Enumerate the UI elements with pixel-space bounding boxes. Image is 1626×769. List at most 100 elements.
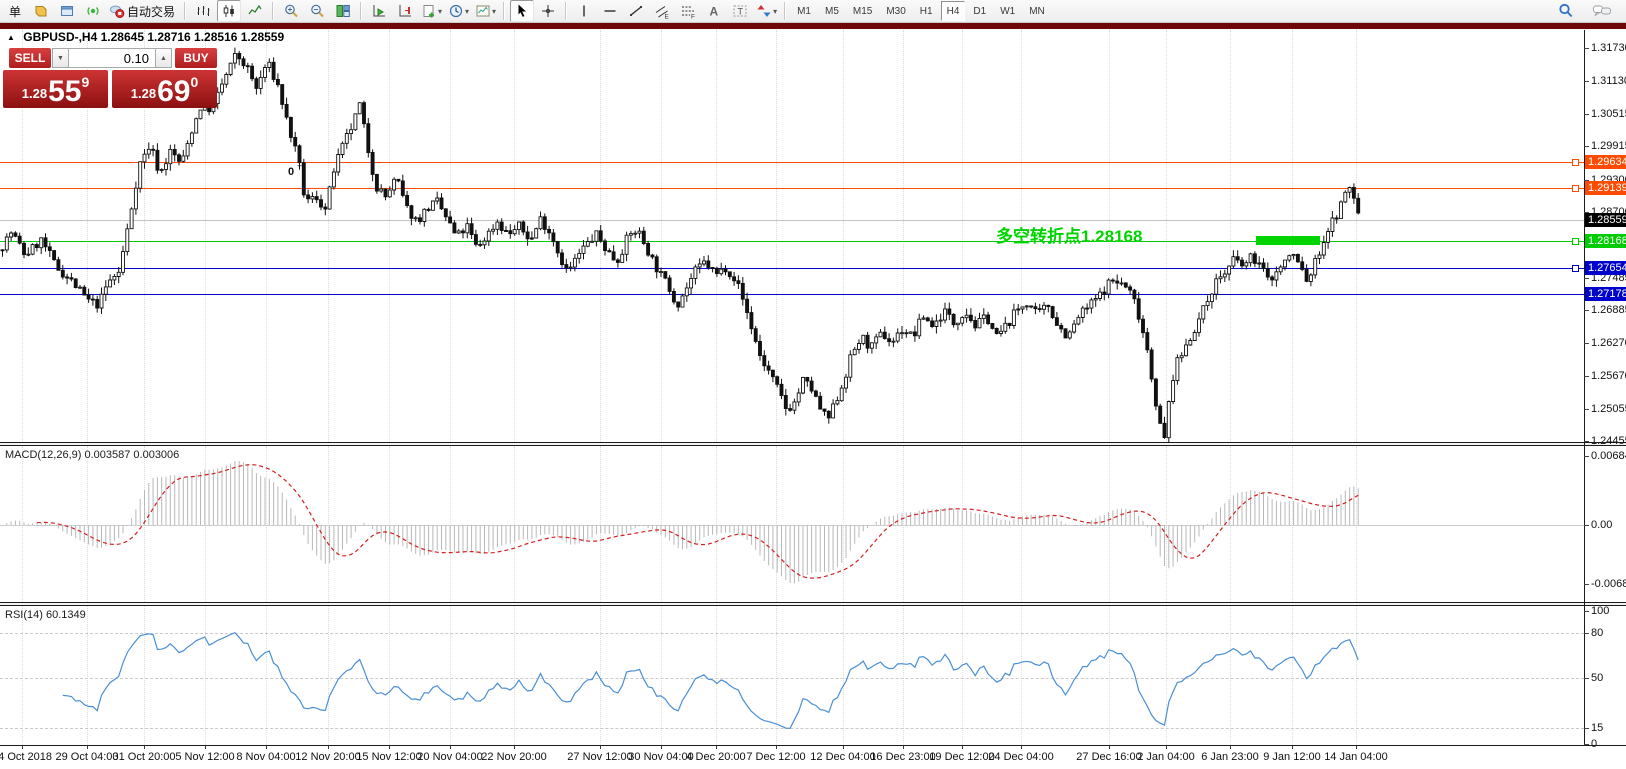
svg-text:T: T bbox=[738, 7, 744, 17]
timeframe-d1-button[interactable]: D1 bbox=[967, 1, 992, 21]
time-tick bbox=[450, 745, 451, 749]
timeframe-m30-button[interactable]: M30 bbox=[880, 1, 911, 21]
toolbar-separator bbox=[784, 2, 786, 20]
pane-separator[interactable] bbox=[0, 442, 1626, 446]
market-watch-button[interactable] bbox=[29, 0, 53, 22]
add-indicator-button[interactable]: ▾ bbox=[419, 0, 444, 22]
candlestick-chart-icon bbox=[221, 3, 237, 19]
collapse-panel-icon[interactable]: ▲ bbox=[7, 33, 15, 42]
macd-indicator-label: MACD(12,26,9) 0.003587 0.003006 bbox=[5, 449, 179, 461]
crosshair-icon bbox=[540, 3, 556, 19]
indicator-tick-label: 50 bbox=[1591, 672, 1603, 684]
equidistant-channel-button[interactable]: E bbox=[650, 0, 674, 22]
tile-windows-icon bbox=[335, 3, 351, 19]
buy-price-big: 69 bbox=[157, 80, 190, 105]
vertical-line-button[interactable] bbox=[572, 0, 596, 22]
auto-scroll-icon bbox=[371, 3, 387, 19]
price-tick-label: 1.31730 bbox=[1591, 42, 1626, 54]
time-tick-label: 27 Dec 16:00 bbox=[1076, 751, 1141, 763]
timeframe-mn-button[interactable]: MN bbox=[1023, 1, 1051, 21]
indicator-tick-label: 0.006844 bbox=[1591, 450, 1626, 462]
price-tick-label: 1.26885 bbox=[1591, 304, 1626, 316]
sell-button[interactable]: SELL bbox=[9, 48, 51, 68]
buy-price-sup: 0 bbox=[190, 74, 198, 90]
price-tick-label: 1.26270 bbox=[1591, 337, 1626, 349]
ohlc-values: 1.28645 1.28716 1.28516 1.28559 bbox=[101, 30, 285, 44]
horizontal-line-button[interactable] bbox=[598, 0, 622, 22]
chart-window-strip bbox=[0, 23, 1626, 29]
symbol-period-label: GBPUSD-,H4 bbox=[23, 30, 97, 44]
periods-icon bbox=[448, 3, 464, 19]
zoom-in-button[interactable] bbox=[279, 0, 303, 22]
timeframe-m1-button[interactable]: M1 bbox=[791, 1, 817, 21]
line-chart-icon bbox=[247, 3, 263, 19]
crosshair-button[interactable] bbox=[536, 0, 560, 22]
time-tick bbox=[962, 745, 963, 749]
new-order-button[interactable]: 单 bbox=[3, 0, 27, 22]
price-tick-label: 1.29915 bbox=[1591, 140, 1626, 152]
text-label-icon: T bbox=[732, 3, 748, 19]
add-indicator-dropdown-icon[interactable]: ▾ bbox=[438, 7, 442, 16]
candlestick-plot[interactable] bbox=[0, 11, 1584, 442]
trend-line-icon bbox=[628, 3, 644, 19]
text-icon: A bbox=[706, 3, 722, 19]
time-tick bbox=[144, 745, 145, 749]
signals-button[interactable] bbox=[81, 0, 105, 22]
sell-price-button[interactable]: 1.28 55 9 bbox=[3, 70, 108, 108]
templates-dropdown-icon[interactable]: ▾ bbox=[492, 7, 496, 16]
fibonacci-button[interactable]: F bbox=[676, 0, 700, 22]
indicator-tick bbox=[1584, 678, 1589, 679]
cursor-button[interactable] bbox=[510, 0, 534, 22]
rsi-plot[interactable] bbox=[0, 606, 1584, 745]
timeframe-w1-button[interactable]: W1 bbox=[994, 1, 1021, 21]
macd-plot[interactable] bbox=[0, 446, 1584, 602]
timeframe-m5-button[interactable]: M5 bbox=[819, 1, 845, 21]
arrows-dropdown-icon[interactable]: ▾ bbox=[773, 7, 777, 16]
line-chart-button[interactable] bbox=[243, 0, 267, 22]
time-tick-label: 31 Oct 20:00 bbox=[113, 751, 176, 763]
buy-button[interactable]: BUY bbox=[175, 48, 217, 68]
chart-shift-button[interactable] bbox=[393, 0, 417, 22]
chat-icon[interactable] bbox=[1590, 0, 1614, 22]
signals-icon bbox=[85, 3, 101, 19]
time-tick-label: 19 Dec 12:00 bbox=[929, 751, 994, 763]
periods-dropdown-icon[interactable]: ▾ bbox=[465, 7, 469, 16]
timeframe-h1-button[interactable]: H1 bbox=[914, 1, 939, 21]
volume-down-icon[interactable]: ▼ bbox=[52, 48, 69, 68]
indicator-tick bbox=[1584, 728, 1589, 729]
pane-separator[interactable] bbox=[0, 602, 1626, 606]
volume-up-icon[interactable]: ▲ bbox=[155, 48, 172, 68]
time-tick bbox=[1166, 745, 1167, 749]
time-tick-label: 12 Nov 20:00 bbox=[295, 751, 360, 763]
text-label-button[interactable]: T bbox=[728, 0, 752, 22]
volume-field[interactable]: 0.10 bbox=[69, 48, 155, 68]
time-tick-label: 15 Nov 12:00 bbox=[356, 751, 421, 763]
arrows-button[interactable]: ▾ bbox=[754, 0, 779, 22]
navigator-icon bbox=[59, 3, 75, 19]
search-icon[interactable] bbox=[1554, 0, 1578, 22]
autotrading-button[interactable]: 自动交易 bbox=[107, 0, 179, 22]
bar-chart-button[interactable] bbox=[191, 0, 215, 22]
periods-button[interactable]: ▾ bbox=[446, 0, 471, 22]
zoom-out-button[interactable] bbox=[305, 0, 329, 22]
auto-scroll-button[interactable] bbox=[367, 0, 391, 22]
templates-button[interactable]: ▾ bbox=[473, 0, 498, 22]
navigator-button[interactable] bbox=[55, 0, 79, 22]
indicator-tick-label: 100 bbox=[1591, 605, 1609, 617]
candlestick-chart-button[interactable] bbox=[217, 0, 241, 22]
price-tick-label: 1.24455 bbox=[1591, 435, 1626, 447]
timeframe-h4-button[interactable]: H4 bbox=[941, 1, 966, 21]
price-badge-1.27178: 1.27178 bbox=[1585, 287, 1626, 301]
time-tick bbox=[266, 745, 267, 749]
price-tick-label: 1.31130 bbox=[1591, 75, 1626, 87]
time-tick bbox=[716, 745, 717, 749]
timeframe-m15-button[interactable]: M15 bbox=[847, 1, 878, 21]
buy-price-button[interactable]: 1.28 69 0 bbox=[112, 70, 217, 108]
time-tick bbox=[389, 745, 390, 749]
market-watch-icon bbox=[33, 3, 49, 19]
text-button[interactable]: A bbox=[702, 0, 726, 22]
tile-windows-button[interactable] bbox=[331, 0, 355, 22]
price-badge-1.28559: 1.28559 bbox=[1585, 213, 1626, 227]
trend-line-button[interactable] bbox=[624, 0, 648, 22]
pivot-annotation-text[interactable]: 多空转折点1.28168 bbox=[996, 222, 1142, 247]
